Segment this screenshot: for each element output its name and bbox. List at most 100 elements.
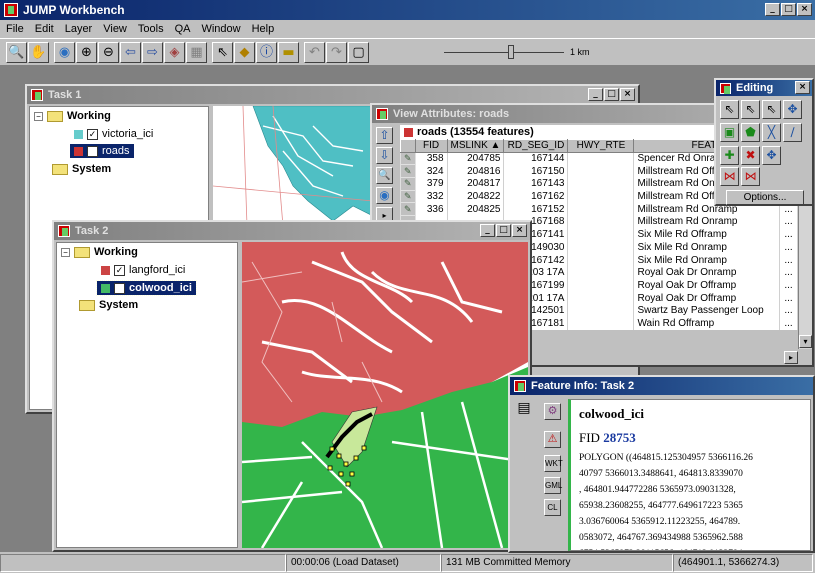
table-cell[interactable]: Millstream Rd Onramp (633, 215, 780, 229)
table-cell[interactable]: 379 (415, 177, 448, 191)
gml-button[interactable]: GML (544, 477, 562, 494)
table-cell[interactable]: Royal Oak Dr Offramp (633, 279, 780, 292)
category-working[interactable]: Working (94, 246, 138, 258)
table-cell[interactable]: 204785 (447, 152, 505, 165)
table-view-icon[interactable]: ▤ (514, 399, 534, 419)
table-cell[interactable]: 167152 (503, 202, 569, 216)
maximize-button[interactable]: □ (781, 3, 796, 16)
select-feature-icon[interactable]: ⇖ (720, 100, 739, 119)
table-cell[interactable]: 204822 (447, 190, 505, 203)
zoom-to-icon[interactable]: 🔍 (376, 167, 393, 184)
cell-ellipsis[interactable]: ... (779, 253, 798, 267)
delete-vertex-icon[interactable]: ✖ (741, 146, 760, 165)
layer-visible-checkbox[interactable]: ✓ (114, 264, 125, 276)
draw-linestring-icon[interactable]: ╳ (762, 123, 781, 142)
cell-ellipsis[interactable]: ... (779, 241, 798, 254)
task1-minimize-button[interactable]: _ (588, 88, 603, 101)
layer-icon[interactable]: ◈ (164, 42, 185, 63)
task2-close-button[interactable]: × (512, 224, 527, 237)
cell-ellipsis[interactable]: ... (779, 279, 798, 292)
table-cell[interactable] (567, 253, 635, 267)
menu-window[interactable]: Window (201, 23, 240, 35)
zoom-icon[interactable]: 🔍 (6, 42, 27, 63)
table-cell[interactable]: 332 (415, 190, 448, 203)
table-cell[interactable] (567, 215, 635, 229)
table-cell[interactable]: 167162 (503, 190, 569, 203)
arrow-up-icon[interactable]: ⇧ (376, 127, 393, 144)
ruler-icon[interactable]: ▬ (278, 42, 299, 63)
row-edit-icon[interactable]: ✎ (400, 189, 416, 204)
menu-qa[interactable]: QA (175, 23, 191, 35)
table-cell[interactable]: 204817 (447, 177, 505, 191)
wkt-button[interactable]: WKT (544, 455, 563, 472)
select-part-icon[interactable]: ⇖ (741, 100, 760, 119)
app-titlebar[interactable]: JUMP Workbench _ □ × (0, 0, 815, 20)
scale-slider-thumb[interactable] (508, 45, 514, 59)
table-cell[interactable]: Six Mile Rd Offramp (633, 228, 780, 241)
error-view-icon[interactable]: ⚠ (544, 431, 561, 448)
arrow-left-icon[interactable]: ⇦ (120, 42, 141, 63)
draw-rectangle-icon[interactable]: ▣ (720, 123, 739, 142)
pan-hand-icon[interactable]: ✋ (28, 42, 49, 63)
arrow-right-icon[interactable]: ⇨ (142, 42, 163, 63)
table-cell[interactable]: 204825 (447, 202, 505, 216)
attribute-view-icon[interactable]: ⚙ (544, 403, 561, 420)
table-cell[interactable]: 358 (415, 152, 448, 165)
snap-icon[interactable]: ⋈ (720, 167, 739, 186)
table-cell[interactable]: 204816 (447, 164, 505, 178)
table-cell[interactable]: 336 (415, 202, 448, 216)
menu-help[interactable]: Help (252, 23, 275, 35)
scroll-down-button[interactable]: ▾ (799, 335, 812, 348)
task1-maximize-button[interactable]: □ (604, 88, 619, 101)
zoom-out-icon[interactable]: ⊖ (98, 42, 119, 63)
table-cell[interactable] (567, 317, 635, 330)
task1-titlebar[interactable]: Task 1 _ □ × (27, 86, 638, 104)
task2-maximize-button[interactable]: □ (496, 224, 511, 237)
col-hwy-rte[interactable]: HWY_RTE (567, 139, 635, 153)
table-cell[interactable] (567, 304, 635, 318)
row-edit-icon[interactable]: ✎ (400, 151, 416, 166)
layer-colwood-selected[interactable]: ✓ colwood_ici (96, 280, 197, 296)
menu-edit[interactable]: Edit (35, 23, 54, 35)
table-cell[interactable] (567, 190, 635, 203)
zoom-in-icon[interactable]: ⊕ (76, 42, 97, 63)
table-cell[interactable] (567, 291, 635, 305)
info-icon[interactable]: ⓘ (256, 42, 277, 63)
task2-titlebar[interactable]: Task 2 _ □ × (54, 222, 530, 240)
col-rd-seg-id[interactable]: RD_SEG_ID (503, 139, 569, 153)
snap-all-icon[interactable]: ⋈ (741, 167, 760, 186)
menu-layer[interactable]: Layer (65, 23, 93, 35)
editing-close-button[interactable]: × (795, 81, 810, 94)
menu-view[interactable]: View (103, 23, 127, 35)
cl-button[interactable]: CL (544, 499, 561, 516)
cell-ellipsis[interactable]: ... (779, 291, 798, 305)
cell-ellipsis[interactable]: ... (779, 304, 798, 318)
box-icon[interactable]: ◆ (234, 42, 255, 63)
close-button[interactable]: × (797, 3, 812, 16)
layer-visible-checkbox[interactable]: ✓ (87, 145, 98, 157)
table-cell[interactable]: Six Mile Rd Onramp (633, 253, 780, 267)
category-system[interactable]: System (72, 163, 111, 175)
select-icon[interactable]: ⇖ (212, 42, 233, 63)
undo-icon[interactable]: ↶ (304, 42, 325, 63)
scroll-right-button[interactable]: ▸ (784, 351, 798, 364)
table-cell[interactable] (567, 164, 635, 178)
table-cell[interactable] (567, 152, 635, 165)
menu-file[interactable]: File (6, 23, 24, 35)
table-cell[interactable]: 167143 (503, 177, 569, 191)
select-line-icon[interactable]: ⇖ (762, 100, 781, 119)
cell-ellipsis[interactable]: ... (779, 317, 798, 330)
menu-tools[interactable]: Tools (138, 23, 164, 35)
table-cell[interactable] (567, 177, 635, 191)
layer-roads-selected[interactable]: ✓ roads (70, 144, 134, 158)
table-cell[interactable] (567, 279, 635, 292)
table-cell[interactable]: Swartz Bay Passenger Loop (633, 304, 780, 318)
col-fid[interactable]: FID (414, 139, 448, 153)
insert-vertex-icon[interactable]: ✚ (720, 146, 739, 165)
table-cell[interactable]: 324 (415, 164, 448, 178)
layer-langford-ici[interactable]: langford_ici (129, 264, 185, 276)
task2-minimize-button[interactable]: _ (480, 224, 495, 237)
table-cell[interactable]: Wain Rd Offramp (633, 317, 780, 330)
row-edit-icon[interactable]: ✎ (400, 202, 416, 217)
table-cell[interactable]: 167150 (503, 164, 569, 178)
